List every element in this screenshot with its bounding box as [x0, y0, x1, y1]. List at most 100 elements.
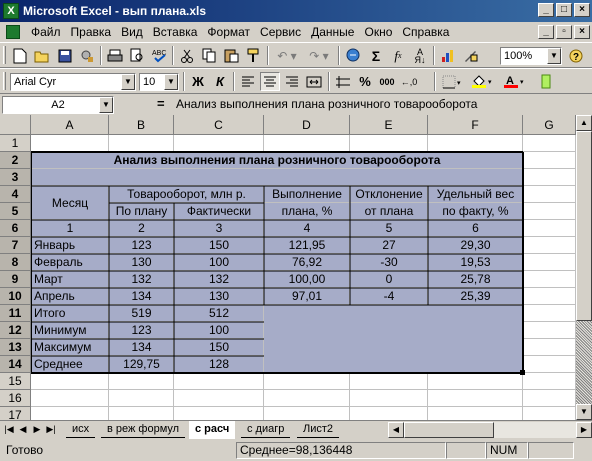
menu-edit[interactable]: Правка	[66, 25, 117, 39]
save-icon[interactable]	[55, 46, 75, 65]
month-cell[interactable]: Январь	[31, 237, 109, 254]
scroll-up-icon[interactable]: ▲	[576, 115, 592, 131]
doc-minimize-button[interactable]: _	[538, 25, 554, 39]
worksheet-grid[interactable]: A B C D E F G 1 2 3 4 5 6 7 8 9 10 11 12 13 14 15 16 17 Анализ в…	[0, 115, 576, 420]
row-header-12[interactable]: 12	[0, 322, 31, 339]
header-deviation-2[interactable]: от плана	[350, 203, 428, 220]
align-left-icon[interactable]	[238, 72, 258, 91]
sheet-tab-5[interactable]: Лист2	[297, 421, 340, 438]
sheet-tab-2[interactable]: в реж формул	[101, 421, 186, 438]
close-button[interactable]: ×	[574, 3, 590, 17]
value-cell[interactable]: 29,30	[428, 237, 523, 254]
menu-insert[interactable]: Вставка	[148, 25, 203, 39]
bold-button[interactable]: Ж	[188, 72, 208, 91]
header-fulfilment-2[interactable]: плана, %	[264, 203, 350, 220]
align-right-icon[interactable]	[282, 72, 302, 91]
row-header-13[interactable]: 13	[0, 339, 31, 356]
summary-label[interactable]: Итого	[31, 305, 109, 322]
align-center-icon[interactable]	[260, 72, 280, 91]
value-cell[interactable]: 121,95	[264, 237, 350, 254]
header-turnover[interactable]: Товарооборот, млн р.	[109, 186, 264, 203]
increase-decimal-icon[interactable]: ←,0	[399, 72, 419, 91]
column-header-B[interactable]: B	[109, 115, 174, 135]
column-header-F[interactable]: F	[428, 115, 523, 135]
summary-value[interactable]: 129,75	[109, 356, 174, 373]
merge-center-icon[interactable]	[304, 72, 324, 91]
header-deviation-1[interactable]: Отклонение	[350, 186, 428, 203]
menu-format[interactable]: Формат	[202, 25, 255, 39]
sheet-tab-1[interactable]: исх	[66, 421, 96, 438]
horizontal-scroll-thumb[interactable]	[404, 422, 494, 438]
menu-data[interactable]: Данные	[306, 25, 359, 39]
column-header-A[interactable]: A	[31, 115, 109, 135]
font-name-dropdown[interactable]: Arial Cyr ▼	[10, 73, 136, 91]
formula-equals-sign[interactable]: =	[157, 96, 165, 111]
summary-label[interactable]: Минимум	[31, 322, 109, 339]
prev-sheet-icon[interactable]: ◀	[16, 422, 30, 437]
font-color-icon[interactable]: A ▾	[500, 72, 530, 91]
spelling-icon[interactable]: ABC	[150, 46, 170, 65]
row-header-5[interactable]: 5	[0, 203, 31, 220]
value-cell[interactable]: 19,53	[428, 254, 523, 271]
value-cell[interactable]: 97,01	[264, 288, 350, 305]
value-cell[interactable]: 130	[109, 254, 174, 271]
row-header-11[interactable]: 11	[0, 305, 31, 322]
doc-restore-button[interactable]: ▫	[556, 25, 572, 39]
value-cell[interactable]: -30	[350, 254, 428, 271]
value-cell[interactable]: 100	[174, 254, 264, 271]
select-all-corner[interactable]	[0, 115, 31, 135]
month-cell[interactable]: Март	[31, 271, 109, 288]
value-cell[interactable]: -4	[350, 288, 428, 305]
header-share-1[interactable]: Удельный вес	[428, 186, 523, 203]
value-cell[interactable]: 25,78	[428, 271, 523, 288]
summary-value[interactable]: 128	[174, 356, 264, 373]
minimize-button[interactable]: _	[538, 3, 554, 17]
summary-value[interactable]: 100	[174, 322, 264, 339]
cut-icon[interactable]	[177, 46, 197, 65]
hyperlink-icon[interactable]	[344, 46, 364, 65]
summary-value[interactable]: 134	[109, 339, 174, 356]
function-icon[interactable]: fx	[388, 46, 408, 65]
menu-file[interactable]: Файл	[26, 25, 66, 39]
undo-icon[interactable]: ↶ ▾	[272, 46, 302, 65]
maximize-button[interactable]: □	[556, 3, 572, 17]
print-preview-icon[interactable]	[127, 46, 147, 65]
header-month[interactable]: Месяц	[31, 186, 109, 220]
column-number-5[interactable]: 5	[350, 220, 428, 237]
format-painter-icon[interactable]	[243, 46, 263, 65]
zoom-dropdown[interactable]: 100% ▼	[500, 47, 562, 65]
highlight-icon[interactable]	[536, 72, 556, 91]
sort-ascending-icon[interactable]: А Я↓	[410, 46, 430, 65]
paste-icon[interactable]	[221, 46, 241, 65]
vertical-scrollbar[interactable]: ▲ ▼	[576, 115, 592, 420]
name-box[interactable]: A2 ▼	[2, 96, 114, 114]
value-cell[interactable]: 123	[109, 237, 174, 254]
row-header-16[interactable]: 16	[0, 390, 31, 407]
scroll-down-icon[interactable]: ▼	[576, 404, 592, 420]
row-header-9[interactable]: 9	[0, 271, 31, 288]
summary-label[interactable]: Среднее	[31, 356, 109, 373]
print-icon[interactable]	[105, 46, 125, 65]
table-title[interactable]: Анализ выполнения плана розничного товар…	[31, 152, 523, 169]
currency-format-icon[interactable]	[333, 72, 353, 91]
row-header-4[interactable]: 4	[0, 186, 31, 203]
new-icon[interactable]	[10, 46, 30, 65]
header-share-2[interactable]: по факту, %	[428, 203, 523, 220]
row-header-10[interactable]: 10	[0, 288, 31, 305]
row-header-1[interactable]: 1	[0, 135, 31, 152]
column-header-G[interactable]: G	[523, 115, 576, 135]
column-header-C[interactable]: C	[174, 115, 264, 135]
doc-close-button[interactable]: ×	[574, 25, 590, 39]
summary-value[interactable]: 150	[174, 339, 264, 356]
permission-icon[interactable]	[77, 46, 97, 65]
value-cell[interactable]: 130	[174, 288, 264, 305]
italic-button[interactable]: К	[210, 72, 230, 91]
row-header-8[interactable]: 8	[0, 254, 31, 271]
redo-icon[interactable]: ↷ ▾	[304, 46, 334, 65]
value-cell[interactable]: 132	[174, 271, 264, 288]
last-sheet-icon[interactable]: ▶|	[44, 422, 58, 437]
document-icon[interactable]	[6, 25, 20, 39]
scroll-right-icon[interactable]: ▶	[576, 422, 592, 438]
comma-format-button[interactable]: 000	[377, 72, 397, 91]
row-header-2[interactable]: 2	[0, 152, 31, 169]
